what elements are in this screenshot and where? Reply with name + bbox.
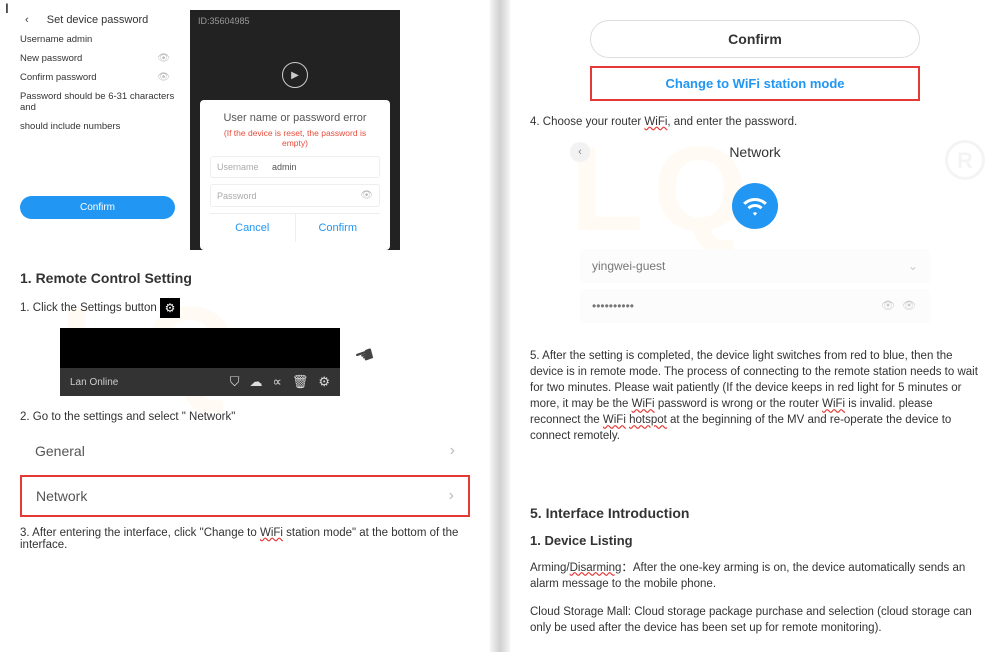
back-icon: ‹ (25, 14, 29, 26)
field-value: admin (272, 162, 373, 172)
header-title: Set device password (47, 14, 149, 26)
confirm-button[interactable]: Confirm (20, 196, 175, 219)
eye-icon: 👁 👁 (881, 299, 918, 313)
password-hint: should include numbers (20, 117, 175, 136)
confirm-button[interactable]: Confirm (590, 20, 920, 58)
ssid-field[interactable]: yingwei-guest ⌄ (580, 249, 930, 283)
password-field[interactable]: •••••••••• 👁 👁 (580, 289, 930, 323)
play-icon: ▶ (282, 62, 308, 88)
right-page: R Confirm Change to WiFi station mode 4.… (510, 0, 1000, 652)
field-label: Username (217, 162, 272, 172)
menu-general[interactable]: General › (20, 431, 470, 471)
paragraph: 5. After the setting is completed, the d… (530, 348, 980, 445)
gear-icon[interactable]: ⚙ (318, 374, 330, 390)
camera-toolbar: Lan Online ⛉ ☁ ∝ 🗑 ⚙ ☚ (60, 328, 340, 396)
phone-screenshot-password: ‹ Set device password Username admin New… (20, 10, 175, 250)
section-heading: 1. Remote Control Setting (20, 270, 470, 286)
cancel-button[interactable]: Cancel (210, 214, 296, 242)
phone-header: ‹ Set device password (20, 10, 175, 30)
eye-icon: 👁 (360, 190, 373, 201)
step-text: 2. Go to the settings and select " Netwo… (20, 411, 470, 423)
confirm-button[interactable]: Confirm (296, 214, 381, 242)
change-mode-button[interactable]: Change to WiFi station mode (590, 66, 920, 101)
phone-screenshot-camera: ID:35604985 ▶ User name or password erro… (190, 10, 400, 250)
field-label: Password (217, 191, 272, 201)
eye-icon: 👁 (157, 53, 170, 64)
eye-icon: 👁 (157, 72, 170, 83)
menu-network[interactable]: Network › (20, 475, 470, 517)
step-text: 3. After entering the interface, click "… (20, 527, 470, 551)
step-text: 1. Click the Settings button ⚙ (20, 298, 470, 318)
cloud-icon[interactable]: ☁ (250, 374, 263, 390)
section-heading: 5. Interface Introduction (530, 505, 980, 521)
back-icon[interactable]: ‹ (570, 142, 590, 162)
trash-icon[interactable]: 🗑 (292, 374, 309, 390)
password-dots: •••••••••• (592, 299, 634, 313)
paragraph: Arming/Disarming：After the one-key armin… (530, 560, 980, 592)
gear-icon: ⚙ (160, 298, 180, 318)
pointer-hand-icon: ☚ (351, 340, 378, 371)
error-dialog: User name or password error (If the devi… (200, 100, 390, 250)
menu-label: Network (36, 488, 87, 504)
wifi-icon (732, 183, 778, 229)
device-id: ID:35604985 (198, 16, 250, 26)
new-password-line: New password👁 (20, 49, 175, 68)
username-field[interactable]: Username admin (210, 156, 380, 178)
left-page: ‹ Set device password Username admin New… (0, 0, 490, 652)
status-label: Lan Online (70, 377, 118, 388)
header-title: Network (729, 144, 780, 160)
sub-heading: 1. Device Listing (530, 533, 980, 548)
ssid-value: yingwei-guest (592, 259, 665, 273)
menu-label: General (35, 443, 85, 459)
password-hint: Password should be 6-31 characters and (20, 87, 175, 117)
chevron-right-icon: › (449, 487, 454, 505)
confirm-password-line: Confirm password👁 (20, 68, 175, 87)
shield-icon[interactable]: ⛉ (230, 374, 240, 390)
step-text: 4. Choose your router WiFi, and enter th… (530, 116, 980, 128)
password-field[interactable]: Password 👁 (210, 184, 380, 207)
dialog-subtitle: (If the device is reset, the password is… (210, 128, 380, 148)
network-header: ‹ Network (530, 136, 980, 168)
username-line: Username admin (20, 30, 175, 49)
chevron-down-icon: ⌄ (908, 259, 918, 273)
dialog-title: User name or password error (210, 112, 380, 124)
page-gutter (490, 0, 510, 652)
share-icon[interactable]: ∝ (273, 374, 282, 390)
paragraph: Cloud Storage Mall: Cloud storage packag… (530, 604, 980, 636)
chevron-right-icon: › (450, 442, 455, 460)
